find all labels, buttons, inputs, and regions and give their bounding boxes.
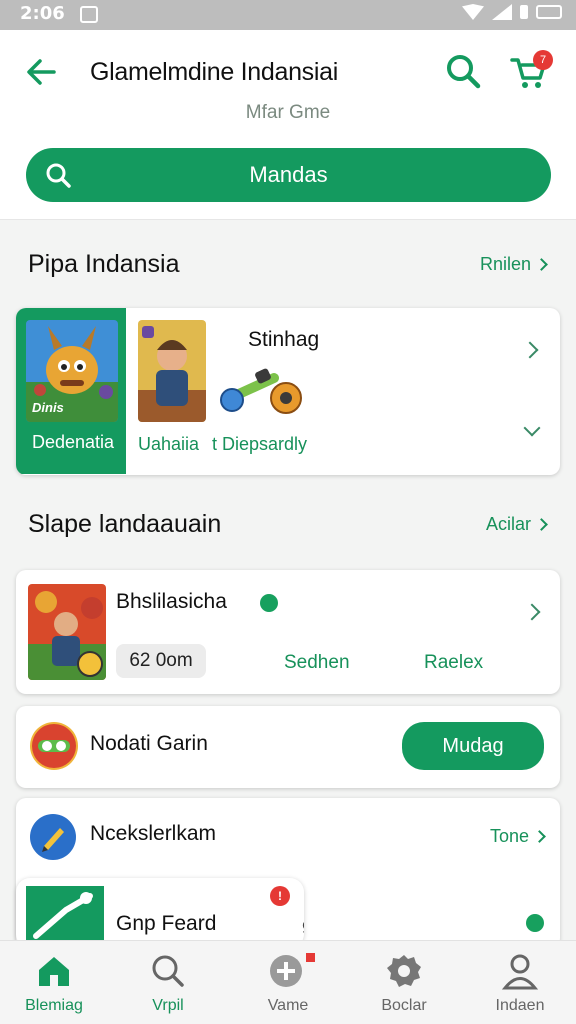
header: Glamelmdine Indansiai 7 Mfar Gme Mandas <box>0 30 576 220</box>
game-tag-1[interactable]: Sedhen <box>284 652 350 674</box>
back-button[interactable] <box>22 52 62 92</box>
app-icon <box>30 722 78 770</box>
plus-icon <box>268 951 315 991</box>
chevron-down-icon[interactable] <box>523 419 541 437</box>
search-icon <box>447 55 481 89</box>
section-link-1[interactable]: Rnilen <box>479 254 548 275</box>
sim-icon <box>520 5 528 19</box>
popup-thumbnail <box>26 886 104 948</box>
person-icon <box>500 951 540 991</box>
more-row-link-label: Tone <box>489 826 529 846</box>
search-icon <box>148 951 188 991</box>
nav-label-profile: Indaen <box>495 997 545 1014</box>
notification-icon <box>80 6 98 23</box>
install-row-title: Nodati Garin <box>90 732 208 755</box>
featured-game-thumbnail: Dinis <box>26 320 118 422</box>
chevron-right-icon[interactable] <box>521 341 539 359</box>
game-character-thumbnail <box>138 320 206 422</box>
nav-item-home[interactable]: Blemiag <box>4 951 104 1015</box>
game-thumbnail <box>28 584 106 680</box>
featured-left-label: Dedenatia <box>32 432 115 452</box>
page-subtitle: Mfar Gme <box>245 102 331 123</box>
nav-item-add[interactable]: Vame <box>238 951 338 1015</box>
nav-item-search[interactable]: Vrpil <box>118 951 218 1015</box>
section-title-1: Pipa Indansia <box>28 250 180 278</box>
popup-card[interactable]: Gnp Feard 9 ! <box>16 878 304 948</box>
install-button[interactable]: Mudag <box>402 722 544 770</box>
popup-trailing: 9 <box>302 918 304 939</box>
chevron-right-icon <box>535 518 548 531</box>
nav-label-search: Vrpil <box>152 997 184 1014</box>
search-bar[interactable]: Mandas <box>26 148 551 202</box>
game-size-pill: 62 0om <box>116 644 206 678</box>
chevron-right-icon[interactable] <box>523 603 541 621</box>
status-icons <box>462 4 562 20</box>
nav-item-profile[interactable]: Indaen <box>470 951 570 1015</box>
search-bar-text: Mandas <box>249 162 328 187</box>
verified-icon <box>260 594 278 612</box>
more-row-link[interactable]: Tone <box>489 826 546 847</box>
cart-badge: 7 <box>533 50 553 70</box>
status-dot-icon <box>526 914 544 932</box>
nav-label-add: Vame <box>267 997 309 1014</box>
nav-item-settings[interactable]: Boclar <box>354 951 454 1015</box>
nav-label-home: Blemiag <box>25 997 83 1014</box>
header-search-button[interactable] <box>442 50 484 92</box>
featured-label-b: t Diepsardly <box>212 434 308 454</box>
chevron-right-icon <box>535 258 548 271</box>
game-tag-2[interactable]: Raelex <box>424 652 483 674</box>
gear-icon <box>384 951 424 991</box>
install-row[interactable]: Nodati Garin Mudag <box>16 706 560 788</box>
section-link-2[interactable]: Acilar <box>485 514 548 535</box>
section-link-1-label: Rnilen <box>479 254 531 274</box>
chevron-right-icon <box>533 830 546 843</box>
featured-game-icon <box>216 364 308 416</box>
battery-icon <box>536 5 562 19</box>
section-title-2: Slape landaauain <box>28 510 222 538</box>
featured-card[interactable]: Dinis Dedenatia Stinhag Uahaiia t Diepsa… <box>16 308 560 475</box>
thumbnail-caption: Dinis <box>32 400 64 415</box>
popup-title: Gnp Feard <box>116 912 217 935</box>
section-link-2-label: Acilar <box>485 514 531 534</box>
nav-badge-icon <box>306 953 315 962</box>
status-time: 2:06 <box>20 3 65 24</box>
bottom-nav: Blemiag Vrpil Vame Boclar Indaen <box>0 940 576 1024</box>
featured-label-a: Uahaiia <box>138 434 200 454</box>
status-bar: 2:06 <box>0 0 576 30</box>
cart-button[interactable]: 7 <box>506 48 554 92</box>
pencil-icon <box>30 814 76 860</box>
game-card[interactable]: Bhslilasicha 62 0om Sedhen Raelex <box>16 570 560 694</box>
wifi-icon <box>462 4 484 20</box>
game-title: Bhslilasicha <box>116 590 227 613</box>
more-row-title: Ncekslerlkam <box>90 822 217 845</box>
home-icon <box>34 951 74 991</box>
page-title: Glamelmdine Indansiai <box>90 58 338 86</box>
signal-icon <box>492 4 512 20</box>
popup-badge: ! <box>270 886 290 906</box>
featured-game-title: Stinhag <box>248 328 320 351</box>
nav-label-settings: Boclar <box>381 997 427 1014</box>
back-arrow-icon <box>27 59 56 85</box>
